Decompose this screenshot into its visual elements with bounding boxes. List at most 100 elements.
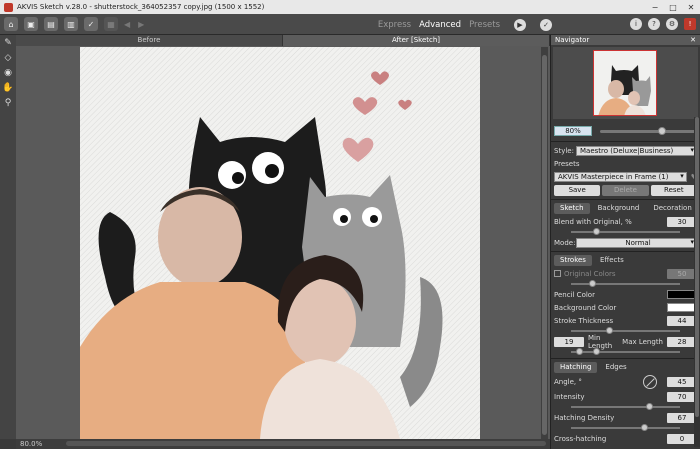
pencil-color-label: Pencil Color — [554, 290, 595, 299]
min-length-input[interactable]: 19 — [554, 336, 584, 347]
mode-express[interactable]: Express — [378, 20, 411, 30]
pencil-icon[interactable]: ✎ — [0, 35, 16, 50]
tab-sketch[interactable]: Sketch — [554, 203, 590, 214]
tab-hatching[interactable]: Hatching — [554, 362, 598, 373]
hatching-tabs: Hatching Edges — [551, 361, 700, 374]
open-file-icon[interactable]: ▣ — [24, 17, 38, 31]
undo-icon[interactable]: ◀ — [124, 20, 130, 29]
gear-icon[interactable]: ⚙ — [666, 18, 678, 30]
intensity-input[interactable]: 70 — [667, 391, 697, 402]
pencil-color-swatch[interactable] — [667, 290, 697, 299]
title-bar: AKVIS Sketch v.28.0 - shutterstock_36405… — [0, 0, 700, 14]
style-select[interactable]: Maestro (Deluxe|Business) — [576, 145, 697, 156]
stroke-thickness-row: Stroke Thickness 44 — [551, 314, 700, 327]
main-toolbar: ⌂ ▣ ▤ ▥ ✓ ▦ ◀ ▶ Express Advanced Presets… — [0, 14, 700, 35]
navigator-preview[interactable] — [553, 47, 698, 119]
stamp-icon[interactable]: ◉ — [0, 65, 16, 80]
background-color-label: Background Color — [554, 303, 617, 312]
original-colors-input[interactable]: 50 — [667, 268, 697, 279]
reset-button[interactable]: Reset — [650, 184, 697, 196]
apply-icon[interactable]: ✓ — [540, 18, 552, 31]
batch-icon[interactable]: ▦ — [104, 17, 118, 31]
intensity-slider[interactable] — [551, 403, 700, 411]
mode-row: Mode: Normal — [551, 236, 700, 249]
intensity-label: Intensity — [554, 392, 585, 401]
tab-before[interactable]: Before — [16, 35, 283, 46]
original-colors-row: Original Colors 50 — [551, 267, 700, 280]
max-length-label: Max Length — [622, 337, 663, 346]
redo-icon[interactable]: ▶ — [138, 20, 144, 29]
hatching-density-slider[interactable] — [551, 424, 700, 432]
notification-icon[interactable]: ! — [684, 18, 696, 30]
tab-after[interactable]: After [Sketch] — [283, 35, 550, 46]
view-tabs: Before After [Sketch] — [16, 35, 550, 46]
angle-dial-icon[interactable] — [643, 375, 657, 389]
zoom-readout: 80.0% — [20, 440, 43, 448]
pencil-color-row: Pencil Color — [551, 288, 700, 301]
blend-label: Blend with Original, % — [554, 217, 632, 226]
help-toolbar: i ? ⚙ ! — [630, 18, 696, 30]
background-color-swatch[interactable] — [667, 303, 697, 312]
length-slider[interactable] — [551, 348, 700, 356]
navigator-header: Navigator ✕ — [551, 35, 700, 45]
angle-input[interactable]: 45 — [667, 377, 697, 387]
original-colors-slider[interactable] — [551, 280, 700, 288]
max-length-input[interactable]: 28 — [667, 336, 697, 347]
tab-strokes[interactable]: Strokes — [554, 255, 592, 266]
blend-input[interactable]: 30 — [667, 216, 697, 227]
mode-select[interactable]: Normal — [576, 237, 697, 248]
navigator-thumbnail[interactable] — [593, 50, 657, 116]
mode-label: Mode: — [554, 238, 576, 247]
preset-row: AKVIS Masterpiece in Frame (1) ♥ — [551, 170, 700, 183]
home-icon[interactable]: ⌂ — [4, 17, 18, 31]
maximize-button[interactable]: □ — [664, 3, 682, 12]
sketch-image[interactable] — [80, 47, 480, 439]
tab-edges[interactable]: Edges — [599, 362, 632, 373]
help-icon[interactable]: ? — [648, 18, 660, 30]
run-icon[interactable]: ▶ — [514, 18, 526, 31]
hand-icon[interactable]: ✋ — [0, 80, 16, 95]
blend-slider[interactable] — [551, 228, 700, 236]
intensity-row: Intensity 70 — [551, 390, 700, 403]
share-icon[interactable]: ✓ — [84, 17, 98, 31]
preset-buttons: Save Delete Reset — [551, 183, 700, 197]
zoom-slider[interactable] — [600, 126, 697, 135]
hatching-density-input[interactable]: 67 — [667, 412, 697, 423]
tab-effects[interactable]: Effects — [594, 255, 630, 266]
hatching-density-row: Hatching Density 67 — [551, 411, 700, 424]
preset-select[interactable]: AKVIS Masterpiece in Frame (1) — [554, 171, 687, 182]
canvas-vertical-scrollbar[interactable] — [541, 47, 548, 439]
background-color-row: Background Color — [551, 301, 700, 314]
mode-advanced[interactable]: Advanced — [419, 20, 461, 30]
close-icon[interactable]: ✕ — [690, 35, 696, 45]
stroke-tabs: Strokes Effects — [551, 254, 700, 267]
minimize-button[interactable]: − — [646, 3, 664, 12]
stroke-thickness-input[interactable]: 44 — [667, 315, 697, 326]
angle-row: Angle, ° 45 — [551, 374, 700, 390]
style-row: Style: Maestro (Deluxe|Business) — [551, 144, 700, 157]
window-title: AKVIS Sketch v.28.0 - shutterstock_36405… — [17, 3, 265, 11]
info-icon[interactable]: i — [630, 18, 642, 30]
hatching-density-label: Hatching Density — [554, 413, 615, 422]
cross-hatching-input[interactable]: 0 — [667, 433, 697, 444]
zoom-select[interactable]: 80% — [554, 126, 592, 136]
status-bar: 80.0% — [16, 439, 550, 449]
save-file-icon[interactable]: ▤ — [44, 17, 58, 31]
zoom-icon[interactable]: ⚲ — [0, 95, 16, 110]
delete-button[interactable]: Delete — [602, 184, 649, 196]
eraser-icon[interactable]: ◇ — [0, 50, 16, 65]
blend-row: Blend with Original, % 30 — [551, 215, 700, 228]
print-icon[interactable]: ▥ — [64, 17, 78, 31]
settings-panel: Navigator ✕ 80% Style: Maestro (Deluxe|B… — [550, 35, 700, 449]
style-label: Style: — [554, 146, 574, 155]
tab-background[interactable]: Background — [592, 203, 646, 214]
panel-scrollbar[interactable] — [694, 117, 700, 447]
original-colors-checkbox[interactable] — [554, 270, 561, 277]
canvas-horizontal-scrollbar[interactable] — [66, 441, 546, 446]
mode-presets[interactable]: Presets — [469, 20, 500, 30]
tab-decoration[interactable]: Decoration — [647, 203, 697, 214]
stroke-thickness-slider[interactable] — [551, 327, 700, 335]
settings-tabs: Sketch Background Decoration — [551, 202, 700, 215]
save-button[interactable]: Save — [554, 184, 601, 196]
close-button[interactable]: ✕ — [682, 3, 700, 12]
